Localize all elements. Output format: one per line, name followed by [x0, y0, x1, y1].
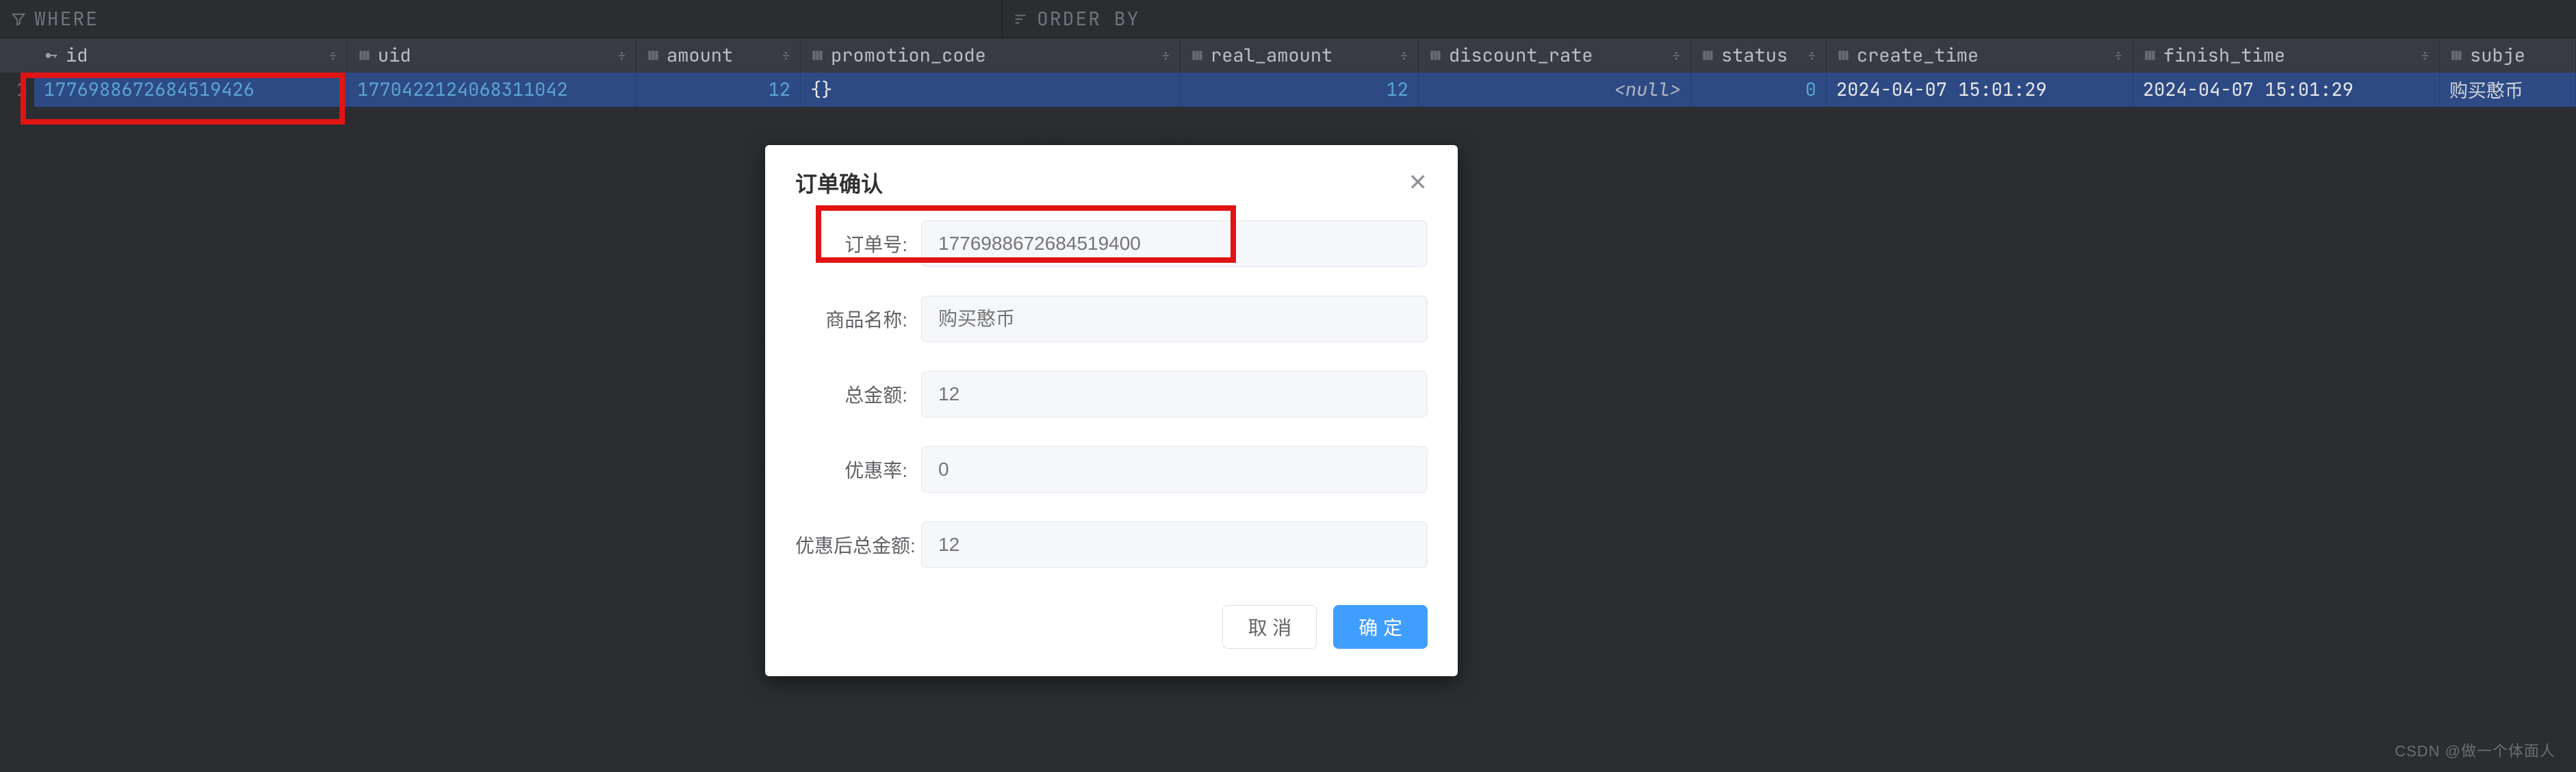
col-label-finish-time: finish_time [2163, 43, 2285, 68]
cell-promotion[interactable]: {} [801, 73, 1181, 107]
col-label-uid: uid [378, 43, 411, 68]
col-label-status: status [1721, 43, 1788, 68]
close-icon[interactable]: ✕ [1408, 171, 1428, 194]
sort-indicator: ÷ [782, 46, 790, 66]
label-product: 商品名称: [795, 305, 921, 333]
table-row[interactable]: 1 1776988672684519426 177042212406831104… [0, 73, 2576, 107]
cell-status[interactable]: 0 [1691, 73, 1827, 107]
product-name-field[interactable] [921, 296, 1428, 342]
cell-create-time[interactable]: 2024-04-07 15:01:29 [1827, 73, 2133, 107]
cell-finish-time[interactable]: 2024-04-07 15:01:29 [2133, 73, 2440, 107]
where-label: WHERE [34, 6, 99, 31]
cell-discount-rate[interactable]: <null> [1419, 73, 1691, 107]
cancel-button[interactable]: 取 消 [1222, 605, 1317, 649]
form-row-discount: 优惠率: [795, 446, 1428, 493]
dialog-title: 订单确认 [795, 167, 883, 198]
column-icon [1190, 49, 1204, 62]
order-id-field[interactable] [921, 220, 1428, 267]
dialog-body: 订单号: 商品名称: 总金额: 优惠率: 优惠后总金额: [765, 215, 1458, 568]
cell-id[interactable]: 1776988672684519426 [34, 73, 348, 107]
column-header-finish-time[interactable]: finish_time ÷ [2133, 38, 2440, 73]
column-header-subject[interactable]: subje [2440, 38, 2576, 73]
discount-rate-field[interactable] [921, 446, 1428, 493]
col-label-subject: subje [2470, 43, 2525, 68]
sort-indicator: ÷ [2114, 46, 2123, 66]
column-header-id[interactable]: id ÷ [34, 38, 348, 73]
orderby-clause[interactable]: ORDER BY [1003, 0, 2576, 38]
column-header-uid[interactable]: uid ÷ [348, 38, 636, 73]
form-row-order-id: 订单号: [795, 220, 1428, 267]
sort-indicator: ÷ [329, 46, 337, 66]
col-label-create-time: create_time [1857, 43, 1979, 68]
orderby-label: ORDER BY [1037, 6, 1139, 31]
col-label-discount-rate: discount_rate [1449, 43, 1593, 68]
rownum-gutter-header [0, 38, 34, 73]
column-icon [2449, 49, 2463, 62]
after-discount-field[interactable] [921, 522, 1428, 568]
filter-bar: WHERE ORDER BY [0, 0, 2576, 38]
row-number: 1 [0, 73, 34, 107]
form-row-product: 商品名称: [795, 296, 1428, 342]
col-label-promotion: promotion_code [831, 43, 986, 68]
ok-button[interactable]: 确 定 [1333, 605, 1428, 649]
cell-subject[interactable]: 购买憨币 [2440, 73, 2576, 107]
form-row-after-discount: 优惠后总金额: [795, 522, 1428, 568]
label-order-id: 订单号: [795, 230, 921, 257]
dialog-footer: 取 消 确 定 [765, 597, 1458, 676]
column-icon [810, 49, 824, 62]
sort-indicator: ÷ [617, 46, 626, 66]
column-header-discount-rate[interactable]: discount_rate ÷ [1419, 38, 1691, 73]
sort-icon [1014, 12, 1029, 27]
column-icon [2143, 49, 2156, 62]
col-label-id: id [66, 43, 88, 68]
cell-real-amount[interactable]: 12 [1181, 73, 1419, 107]
where-clause[interactable]: WHERE [0, 0, 1003, 38]
column-header-promotion[interactable]: promotion_code ÷ [801, 38, 1181, 73]
column-header-create-time[interactable]: create_time ÷ [1827, 38, 2133, 73]
column-header-amount[interactable]: amount ÷ [636, 38, 801, 73]
column-icon [1701, 49, 1714, 62]
sort-indicator: ÷ [1672, 46, 1681, 66]
dialog-header: 订单确认 ✕ [765, 145, 1458, 215]
column-icon [357, 49, 371, 62]
column-header-real-amount[interactable]: real_amount ÷ [1181, 38, 1419, 73]
primary-key-icon [44, 48, 59, 63]
column-icon [646, 49, 660, 62]
label-discount: 优惠率: [795, 456, 921, 483]
cell-uid[interactable]: 1770422124068311042 [348, 73, 636, 107]
sort-indicator: ÷ [1161, 46, 1170, 66]
label-total: 总金额: [795, 381, 921, 408]
sort-indicator: ÷ [1400, 46, 1408, 66]
label-after-discount: 优惠后总金额: [795, 531, 921, 558]
table-header: id ÷ uid ÷ amount ÷ promotion_code ÷ rea… [0, 38, 2576, 73]
form-row-total: 总金额: [795, 371, 1428, 417]
column-icon [1836, 49, 1850, 62]
column-icon [1428, 49, 1442, 62]
cell-amount[interactable]: 12 [636, 73, 801, 107]
total-amount-field[interactable] [921, 371, 1428, 417]
sort-indicator: ÷ [2421, 46, 2430, 66]
filter-icon [11, 12, 26, 27]
sort-indicator: ÷ [1807, 46, 1816, 66]
watermark: CSDN @做一个体面人 [2395, 739, 2555, 761]
column-header-status[interactable]: status ÷ [1691, 38, 1827, 73]
col-label-amount: amount [667, 43, 733, 68]
order-confirm-dialog: 订单确认 ✕ 订单号: 商品名称: 总金额: 优惠率: 优惠后总金额: 取 消 … [765, 145, 1458, 676]
col-label-real-amount: real_amount [1211, 43, 1332, 68]
